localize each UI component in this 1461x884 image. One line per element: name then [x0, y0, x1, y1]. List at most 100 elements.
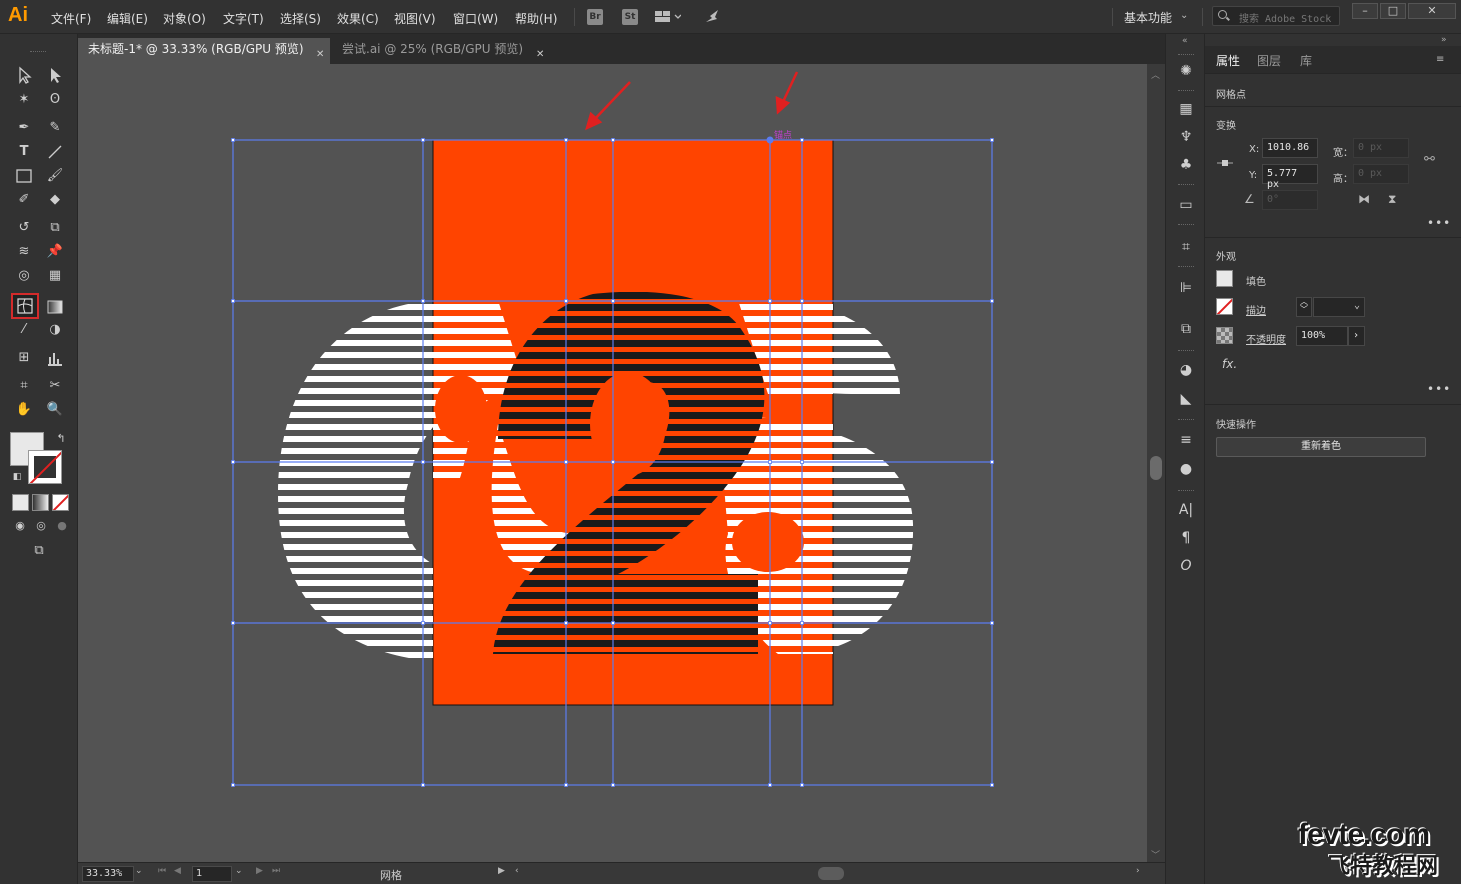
mesh-point[interactable]: [564, 783, 568, 787]
mesh-point[interactable]: [990, 138, 994, 142]
close-icon[interactable]: ✕: [316, 44, 324, 66]
mesh-point[interactable]: [990, 460, 994, 464]
gpu-performance-icon[interactable]: [704, 8, 722, 26]
height-field[interactable]: 0 px: [1353, 164, 1409, 184]
opacity-field[interactable]: 100%: [1296, 326, 1348, 346]
slice-tool-icon[interactable]: ✂: [44, 375, 66, 397]
pathfinder-icon[interactable]: ⧉: [1175, 318, 1197, 340]
menu-select[interactable]: 选择(S): [280, 10, 321, 27]
zoom-level-field[interactable]: 33.33%: [82, 866, 134, 882]
mesh-point[interactable]: [564, 621, 568, 625]
none-mode-icon[interactable]: [52, 494, 69, 511]
hand-tool-icon[interactable]: ✋: [13, 399, 35, 421]
pen-tool-icon[interactable]: ✒: [13, 117, 35, 139]
curvature-tool-icon[interactable]: ✎: [44, 117, 66, 139]
gradient-mode-icon[interactable]: [32, 494, 49, 511]
mesh-point[interactable]: [611, 138, 615, 142]
panel-grip[interactable]: [1178, 266, 1194, 268]
minimize-button[interactable]: –: [1352, 3, 1378, 19]
default-colors-icon[interactable]: ◧: [6, 466, 28, 488]
chevron-up-icon[interactable]: ︿: [1151, 68, 1160, 81]
symbols-icon[interactable]: ♣: [1175, 154, 1197, 176]
mesh-point[interactable]: [421, 138, 425, 142]
artboard-tool-icon[interactable]: ⌗: [13, 375, 35, 397]
mesh-point[interactable]: [231, 299, 235, 303]
blend-tool-icon[interactable]: ◑: [44, 319, 66, 341]
mesh-point[interactable]: [990, 299, 994, 303]
align-panel-icon[interactable]: ⊫: [1175, 277, 1197, 299]
transparency-panel-icon[interactable]: ●: [1175, 458, 1197, 480]
scroll-thumb[interactable]: [1150, 456, 1162, 480]
rotation-angle-field[interactable]: 0°: [1262, 190, 1318, 210]
stroke-weight-field[interactable]: ⌄: [1313, 297, 1365, 317]
mesh-point[interactable]: [564, 460, 568, 464]
stroke-color-swatch[interactable]: [28, 450, 62, 484]
mesh-point[interactable]: [800, 783, 804, 787]
menu-file[interactable]: 文件(F): [51, 10, 91, 27]
panel-menu-icon[interactable]: ≡: [1436, 54, 1444, 65]
eraser-tool-icon[interactable]: ◆: [44, 189, 66, 211]
menu-object[interactable]: 对象(O): [163, 10, 206, 27]
paragraph-panel-icon[interactable]: ¶: [1175, 527, 1197, 549]
stroke-weight-stepper[interactable]: ︿ ﹀: [1296, 297, 1312, 317]
constrain-proportions-icon[interactable]: ⚯: [1424, 152, 1435, 167]
screen-mode-icon[interactable]: ⧉: [28, 540, 50, 562]
brushes-icon[interactable]: ♆: [1175, 126, 1197, 148]
puppet-warp-tool-icon[interactable]: 📌: [44, 241, 66, 263]
scale-tool-icon[interactable]: ⧉: [44, 217, 66, 239]
mesh-point[interactable]: [564, 138, 568, 142]
x-position-field[interactable]: 1010.86: [1262, 138, 1318, 158]
mesh-point[interactable]: [231, 783, 235, 787]
flip-horizontal-icon[interactable]: ⧓: [1358, 192, 1370, 206]
appearance-panel-icon[interactable]: ◣: [1175, 388, 1197, 410]
mesh-point[interactable]: [421, 621, 425, 625]
draw-normal-icon[interactable]: ◉: [9, 515, 31, 537]
column-graph-tool-icon[interactable]: [44, 347, 66, 369]
selection-tool-icon[interactable]: [13, 64, 35, 86]
arrange-documents-icon[interactable]: [655, 10, 682, 24]
vertical-scrollbar[interactable]: ︿ ﹀: [1147, 64, 1165, 862]
maximize-button[interactable]: □: [1380, 3, 1406, 19]
mesh-point[interactable]: [611, 621, 615, 625]
chevron-down-icon[interactable]: ⌄: [235, 866, 243, 876]
width-tool-icon[interactable]: ≋: [13, 241, 35, 263]
workspace-switcher[interactable]: 基本功能: [1124, 9, 1172, 26]
artwork[interactable]: 锚点: [78, 64, 1147, 862]
panel-grip[interactable]: [1178, 490, 1194, 492]
gradient-tool-icon[interactable]: [44, 296, 66, 318]
mesh-point[interactable]: [231, 621, 235, 625]
mesh-point[interactable]: [990, 621, 994, 625]
chevron-down-icon[interactable]: ﹀: [1151, 848, 1160, 861]
lasso-tool-icon[interactable]: ʘ: [44, 89, 66, 111]
tab-layers[interactable]: 图层: [1257, 52, 1281, 69]
color-guide-icon[interactable]: ✺: [1175, 60, 1197, 82]
mesh-point[interactable]: [768, 621, 772, 625]
previous-page-icon[interactable]: ◀: [174, 866, 181, 876]
panel-grip[interactable]: [1178, 54, 1194, 56]
mesh-point[interactable]: [421, 299, 425, 303]
line-tool-icon[interactable]: [44, 141, 66, 163]
rectangle-tool-icon[interactable]: [13, 165, 35, 187]
gradient-panel-icon[interactable]: ▭: [1175, 194, 1197, 216]
chevron-right-icon[interactable]: ›: [1348, 326, 1365, 346]
eyedropper-tool-icon[interactable]: ⁄: [13, 319, 35, 341]
opacity-label[interactable]: 不透明度: [1246, 331, 1286, 346]
type-tool-icon[interactable]: T: [13, 141, 35, 163]
menu-edit[interactable]: 编辑(E): [107, 10, 148, 27]
close-icon[interactable]: ✕: [536, 44, 544, 66]
reference-point-icon[interactable]: [1216, 154, 1234, 172]
panel-grip[interactable]: [1178, 350, 1194, 352]
rotate-tool-icon[interactable]: ↺: [13, 217, 35, 239]
mesh-point[interactable]: [800, 138, 804, 142]
effects-fx-button[interactable]: fx.: [1222, 357, 1237, 371]
tab-properties[interactable]: 属性: [1216, 52, 1240, 69]
mesh-point[interactable]: [990, 783, 994, 787]
panel-grip[interactable]: [1178, 419, 1194, 421]
bridge-icon[interactable]: Br: [587, 9, 603, 25]
mesh-point[interactable]: [768, 460, 772, 464]
direct-selection-tool-icon[interactable]: [44, 64, 66, 86]
mesh-point[interactable]: [231, 138, 235, 142]
mesh-tool-icon[interactable]: [11, 293, 39, 319]
mesh-point[interactable]: [800, 299, 804, 303]
scroll-left-icon[interactable]: ‹: [515, 866, 519, 876]
